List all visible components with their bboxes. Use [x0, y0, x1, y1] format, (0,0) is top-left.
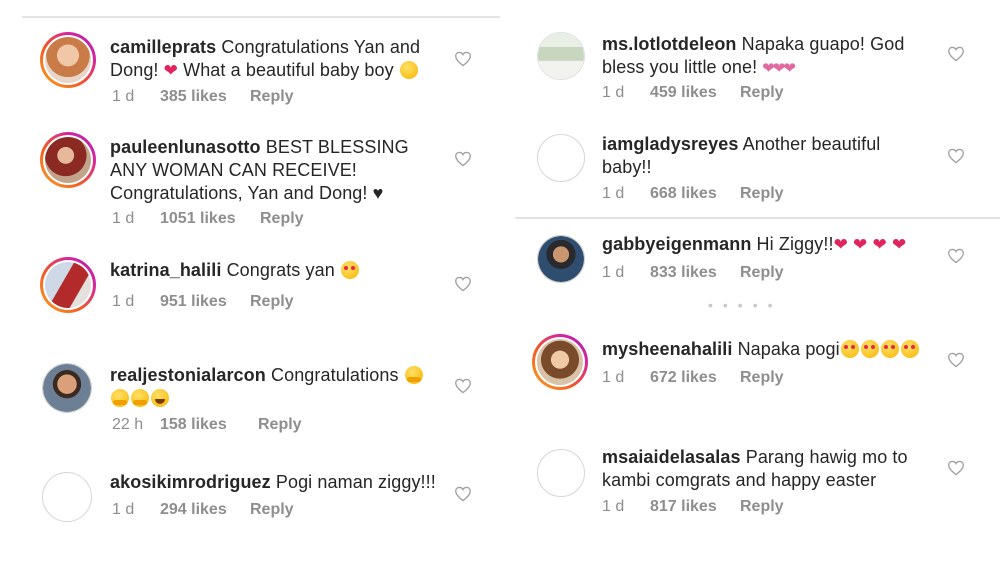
reply-button[interactable]: Reply	[250, 88, 294, 106]
heart-eyes-emoji-icon	[900, 340, 919, 358]
comment-text: katrina_halili Congrats yan	[110, 259, 450, 282]
comment-username[interactable]: pauleenlunasotto	[110, 137, 261, 157]
heart-eyes-emoji-icon	[840, 340, 859, 358]
sparkling-hearts-emoji-icon: ❤❤❤	[762, 60, 796, 77]
heart-outline-icon[interactable]	[454, 276, 472, 292]
comment-text: realjestonialarcon Congratulations	[110, 364, 450, 410]
comment-time: 1 d	[112, 293, 135, 310]
reply-button[interactable]: Reply	[740, 498, 784, 516]
comment-username[interactable]: katrina_halili	[110, 260, 221, 280]
comment-meta: 1 d 294 likes Reply	[110, 501, 410, 521]
heart-outline-icon[interactable]	[454, 378, 472, 394]
heart-outline-icon[interactable]	[947, 352, 965, 368]
smile-emoji-icon	[399, 61, 418, 79]
heart-outline-icon[interactable]	[454, 151, 472, 167]
comments-column-right: ms.lotlotdeleon Napaka guapo! God bless …	[512, 0, 1000, 563]
hug-emoji-icon	[111, 389, 129, 407]
reply-button[interactable]: Reply	[258, 416, 302, 434]
likes-count[interactable]: 668 likes	[650, 185, 717, 203]
comment-text: camilleprats Congratulations Yan and Don…	[110, 37, 421, 80]
comments-column-left: camilleprats Congratulations Yan and Don…	[18, 0, 500, 563]
comment-meta: 1 d 951 likes Reply	[110, 293, 410, 313]
avatar[interactable]	[537, 449, 585, 497]
likes-count[interactable]: 833 likes	[650, 264, 717, 282]
heart-emoji-icon: ❤	[872, 235, 887, 254]
comment-time: 1 d	[112, 210, 135, 227]
likes-count[interactable]: 951 likes	[160, 293, 227, 311]
heart-eyes-emoji-icon	[860, 340, 879, 358]
likes-count[interactable]: 672 likes	[650, 369, 717, 387]
hug-emoji-icon	[404, 366, 423, 384]
comment-time: 1 d	[112, 501, 135, 518]
comment-username[interactable]: ms.lotlotdeleon	[602, 34, 737, 54]
comment-time: 1 d	[602, 498, 625, 515]
likes-count[interactable]: 817 likes	[650, 498, 717, 516]
heart-emoji-icon: ❤	[833, 235, 848, 254]
comment-meta: 1 d 817 likes Reply	[602, 498, 902, 518]
heart-outline-icon[interactable]	[947, 46, 965, 62]
comment-text: akosikimrodriguez Pogi naman ziggy!!!	[110, 472, 436, 492]
comment-meta: 1 d 672 likes Reply	[602, 369, 902, 389]
avatar[interactable]	[537, 134, 585, 182]
likes-count[interactable]: 158 likes	[160, 416, 227, 434]
comment-time: 1 d	[112, 88, 135, 105]
likes-count[interactable]: 385 likes	[160, 88, 227, 106]
comment-username[interactable]: iamgladysreyes	[602, 134, 739, 154]
avatar[interactable]	[40, 257, 96, 313]
comment-text: iamgladysreyes Another beautiful baby!!	[602, 134, 881, 177]
comment-meta: 1 d 833 likes Reply	[602, 264, 902, 284]
heart-outline-icon[interactable]	[947, 460, 965, 476]
comment-username[interactable]: akosikimrodriguez	[110, 472, 271, 492]
reply-button[interactable]: Reply	[250, 501, 294, 519]
laugh-emoji-icon	[151, 389, 169, 407]
hug-emoji-icon	[131, 389, 149, 407]
likes-count[interactable]: 459 likes	[650, 84, 717, 102]
comment-text: msaiaidelasalas Parang hawig mo to kambi…	[602, 447, 908, 490]
comment-username[interactable]: gabbyeigenmann	[602, 234, 751, 254]
reply-button[interactable]: Reply	[740, 84, 784, 102]
avatar[interactable]	[537, 235, 585, 283]
avatar[interactable]	[40, 132, 96, 188]
heart-outline-icon[interactable]	[947, 248, 965, 264]
likes-count[interactable]: 294 likes	[160, 501, 227, 519]
comment-username[interactable]: msaiaidelasalas	[602, 447, 741, 467]
separator-dots: •••••	[708, 297, 783, 313]
comment-text: mysheenahalili Napaka pogi	[602, 338, 942, 361]
avatar[interactable]	[42, 363, 92, 413]
comment-time: 1 d	[602, 185, 625, 202]
comment-meta: 1 d 668 likes Reply	[602, 185, 902, 205]
comment-username[interactable]: mysheenahalili	[602, 339, 732, 359]
reply-button[interactable]: Reply	[740, 369, 784, 387]
comment-username[interactable]: realjestonialarcon	[110, 365, 266, 385]
comment-time: 1 d	[602, 264, 625, 281]
reply-button[interactable]: Reply	[260, 210, 304, 228]
heart-emoji-icon: ❤	[891, 235, 907, 254]
avatar[interactable]	[537, 32, 585, 80]
heart-emoji-icon: ❤	[853, 235, 868, 254]
reply-button[interactable]: Reply	[740, 264, 784, 282]
heart-eyes-emoji-icon	[340, 261, 359, 279]
heart-outline-icon[interactable]	[454, 486, 472, 502]
comment-meta: 1 d 385 likes Reply	[110, 88, 410, 108]
avatar[interactable]	[532, 334, 588, 390]
comment-meta: 22 h 158 likes Reply	[110, 416, 410, 436]
heart-eyes-emoji-icon	[880, 340, 899, 358]
likes-count[interactable]: 1051 likes	[160, 210, 236, 228]
reply-button[interactable]: Reply	[250, 293, 294, 311]
reply-button[interactable]: Reply	[740, 185, 784, 203]
comment-text: pauleenlunasotto BEST BLESSING ANY WOMAN…	[110, 137, 409, 203]
comment-time: 1 d	[602, 369, 625, 386]
avatar[interactable]	[42, 472, 92, 522]
comment-time: 1 d	[602, 84, 625, 101]
heart-outline-icon[interactable]	[454, 51, 472, 67]
avatar[interactable]	[40, 32, 96, 88]
comment-text: ms.lotlotdeleon Napaka guapo! God bless …	[602, 34, 905, 77]
comment-time: 22 h	[112, 416, 144, 433]
comment-text: gabbyeigenmann Hi Ziggy!!❤ ❤ ❤ ❤	[602, 234, 907, 254]
heart-outline-icon[interactable]	[947, 148, 965, 164]
comment-meta: 1 d 459 likes Reply	[602, 84, 902, 104]
comment-username[interactable]: camilleprats	[110, 37, 216, 57]
comment-meta: 1 d 1051 likes Reply	[110, 210, 410, 230]
